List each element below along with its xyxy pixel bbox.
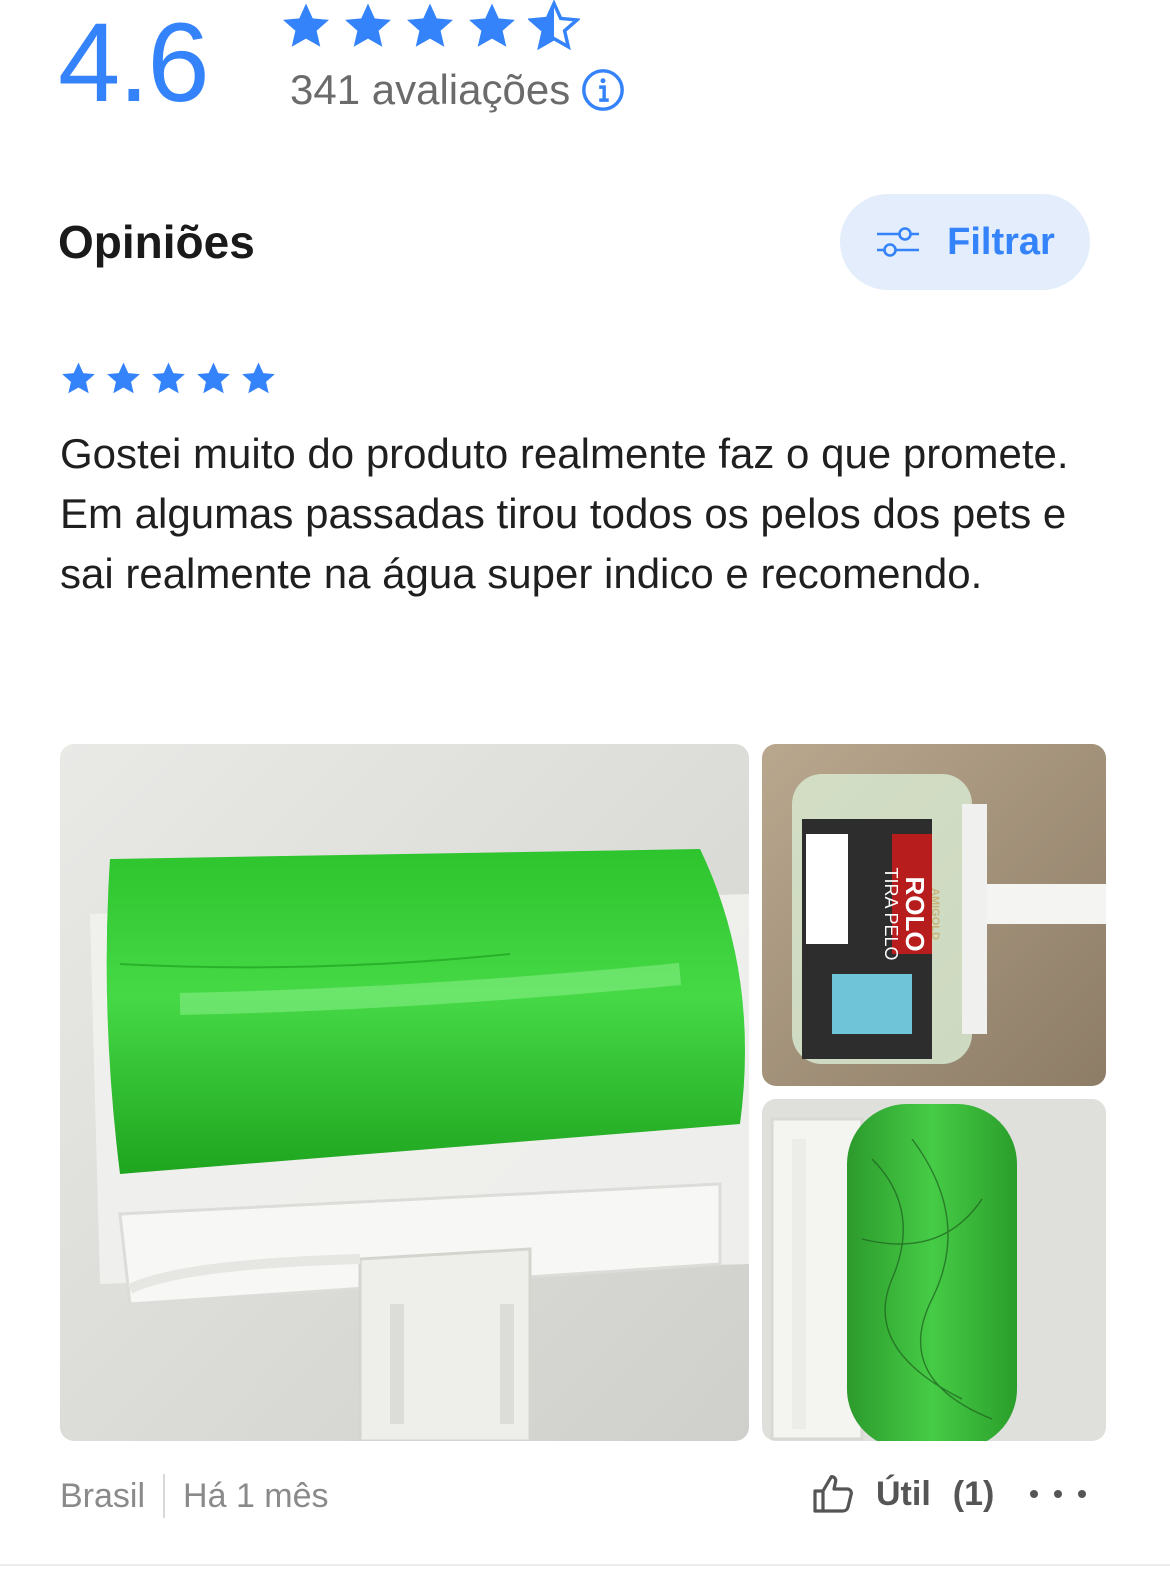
package-title: ROLO — [900, 876, 931, 952]
review-stars — [60, 360, 277, 397]
star-half-icon — [528, 0, 580, 51]
review-count-label: 341 avaliações — [290, 66, 571, 113]
rating-stars — [280, 0, 580, 56]
star-full-icon — [283, 3, 329, 47]
star-full-icon — [407, 3, 453, 47]
more-dots-icon[interactable] — [1030, 1472, 1086, 1516]
rating-score: 4.6 — [58, 0, 210, 125]
review-photo-1[interactable] — [60, 744, 749, 1441]
review-photo-2[interactable]: AMIGOLD ROLO TIRA PELO — [762, 744, 1106, 1086]
textured-roller-photo — [762, 1099, 1106, 1441]
review-country: Brasil — [60, 1476, 146, 1515]
dot — [1078, 1490, 1086, 1498]
star-full-icon — [345, 3, 391, 47]
star-full-icon — [469, 3, 515, 47]
review-photo-3[interactable] — [762, 1099, 1106, 1441]
package-label: AMIGOLD ROLO TIRA PELO — [826, 867, 996, 960]
info-circle-icon[interactable] — [580, 67, 626, 113]
star-full-icon — [197, 362, 230, 394]
thumbs-up-icon — [813, 1475, 853, 1513]
section-title: Opiniões — [58, 216, 255, 268]
package-subtitle: TIRA PELO — [881, 867, 902, 961]
review-count: 341 avaliações — [290, 64, 626, 116]
sliders-icon — [877, 227, 920, 257]
star-full-icon — [152, 362, 185, 394]
review-time: Há 1 mês — [183, 1476, 329, 1515]
dot — [1054, 1490, 1062, 1498]
review-text: Gostei muito do produto realmente faz o … — [60, 430, 1069, 597]
dot — [1030, 1490, 1038, 1498]
meta-divider — [163, 1474, 166, 1518]
filter-label: Filtrar — [947, 220, 1055, 263]
useful-count: (1) — [952, 1474, 995, 1513]
package-brand: AMIGOLD — [929, 888, 942, 940]
useful-button[interactable]: Útil (1) — [810, 1470, 994, 1518]
lint-roller-photo — [60, 744, 749, 1441]
useful-label: Útil — [876, 1474, 931, 1513]
star-full-icon — [107, 362, 140, 394]
filter-button[interactable]: Filtrar — [840, 194, 1090, 290]
bottom-divider — [0, 1564, 1170, 1566]
star-full-icon — [242, 362, 275, 394]
star-full-icon — [62, 362, 95, 394]
review-meta: Brasil Há 1 mês — [60, 1474, 329, 1518]
